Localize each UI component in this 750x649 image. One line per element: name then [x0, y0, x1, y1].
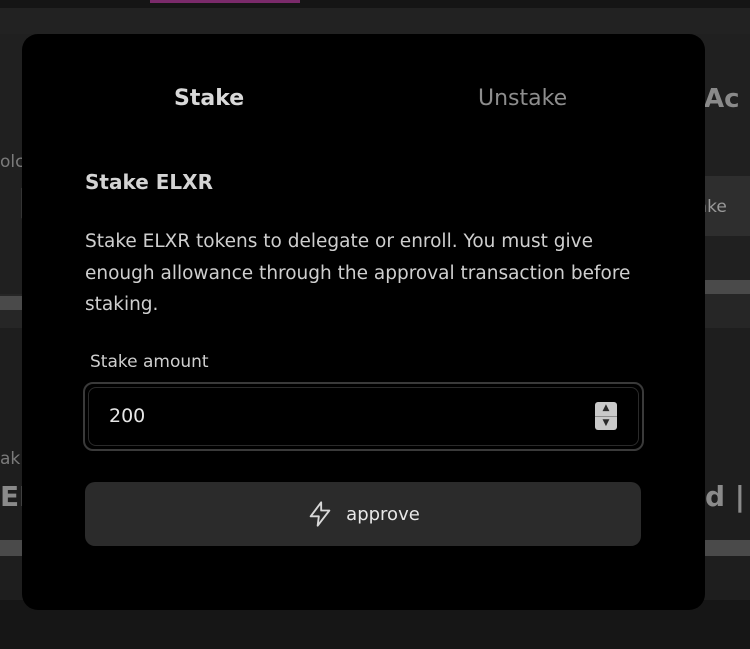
stake-description: Stake ELXR tokens to delegate or enroll.… [85, 231, 631, 315]
stepper-up-icon[interactable]: ▲ [595, 402, 617, 417]
tab-stake[interactable]: Stake [174, 86, 244, 111]
stake-amount-label: Stake amount [90, 352, 209, 372]
background-bar [0, 540, 22, 556]
approve-button[interactable]: approve [85, 482, 641, 546]
background-text: ak [0, 449, 21, 469]
background-bar [0, 296, 22, 310]
background-bar [705, 540, 750, 556]
background-top-bar [0, 0, 750, 8]
lightning-bolt-icon [306, 499, 334, 529]
background-band [0, 8, 750, 34]
quantity-stepper[interactable]: ▲ ▼ [595, 402, 617, 430]
tab-unstake[interactable]: Unstake [478, 86, 567, 111]
background-accent-bar [150, 0, 300, 3]
stake-amount-input[interactable] [107, 398, 571, 434]
stake-amount-field: ▲ ▼ [83, 382, 644, 451]
section-title: Stake ELXR [85, 170, 213, 194]
stake-modal: Stake Unstake Stake ELXR Stake ELXR toke… [22, 34, 705, 610]
background-bar [705, 280, 750, 294]
stepper-down-icon[interactable]: ▼ [595, 417, 617, 431]
background-text: Ac [704, 84, 740, 114]
approve-button-label: approve [346, 503, 420, 525]
background-text: olc [0, 152, 25, 172]
